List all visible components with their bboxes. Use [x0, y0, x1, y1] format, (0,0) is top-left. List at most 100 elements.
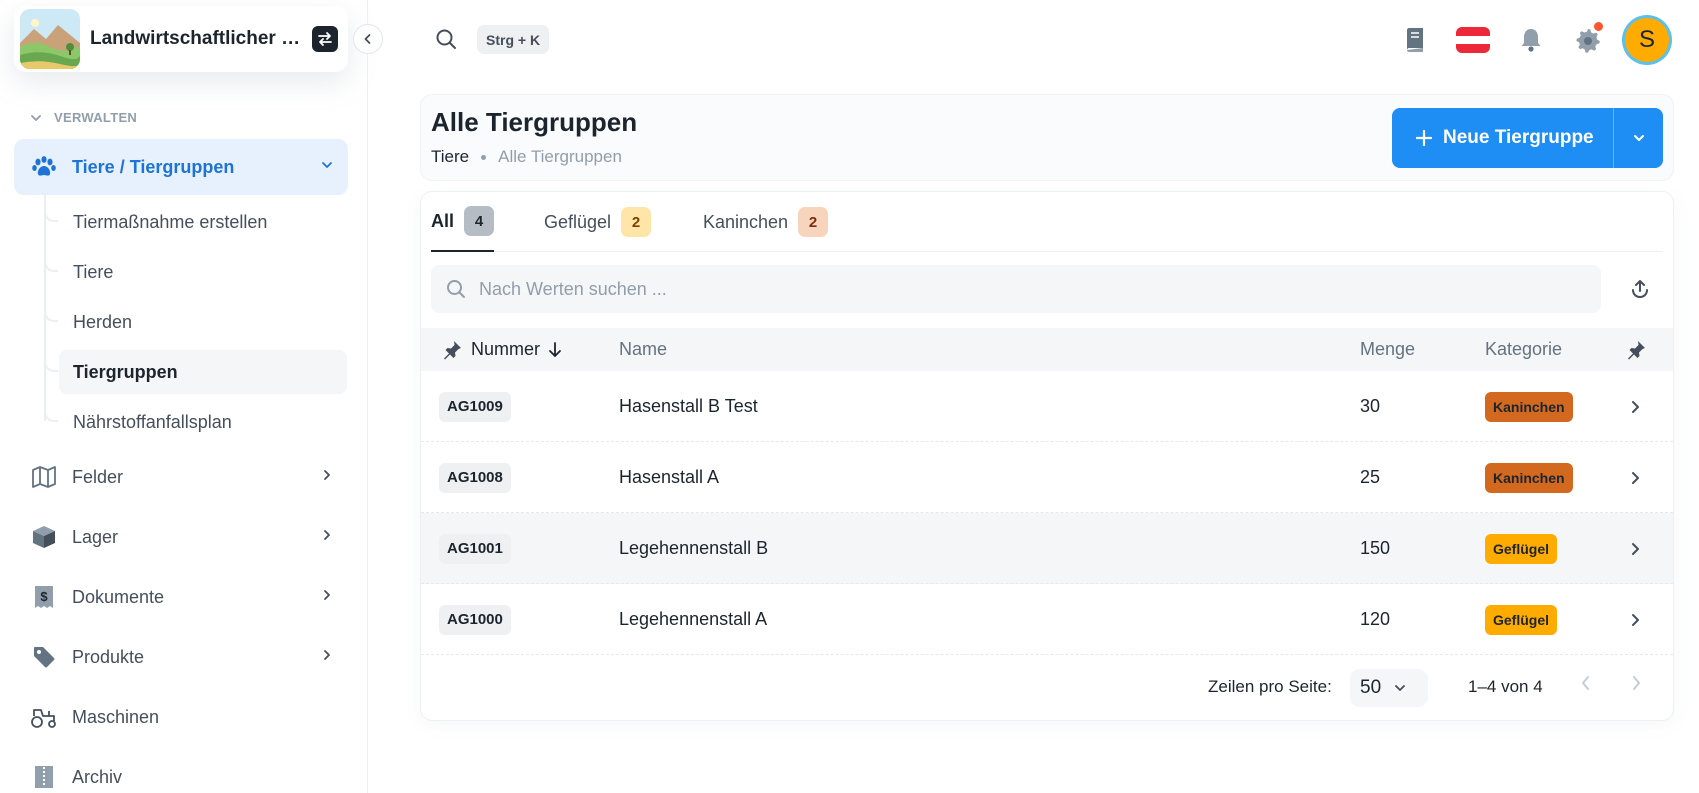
sidebar-item-label: Dokumente: [72, 586, 165, 607]
chevron-down-icon: [1395, 685, 1406, 691]
kategorie-badge: Kaninchen: [1485, 462, 1573, 493]
tab-all[interactable]: All 4: [431, 192, 495, 252]
breadcrumb-separator: [481, 154, 487, 160]
new-tiergruppe-split-button: Neue Tiergruppe: [1392, 108, 1663, 168]
kategorie-badge: Geflügel: [1485, 604, 1558, 635]
new-tiergruppe-label: Neue Tiergruppe: [1443, 127, 1594, 148]
row-open-button[interactable]: [1627, 442, 1643, 513]
section-label-verwalten[interactable]: VERWALTEN: [30, 110, 137, 125]
org-name: Landwirtschaftlicher Betrieb: [90, 28, 304, 49]
next-page-button[interactable]: [1627, 674, 1645, 697]
tab-kaninchen[interactable]: Kaninchen 2: [703, 192, 829, 252]
rows-per-page-label: Zeilen pro Seite:: [1208, 677, 1332, 696]
chevron-down-icon: [1633, 135, 1644, 141]
column-label: Nummer: [471, 339, 541, 359]
menge-cell: 150: [1360, 538, 1391, 558]
column-label: Kategorie: [1485, 339, 1563, 359]
tab-count-badge: 2: [621, 207, 652, 237]
sidebar-subitem-tiermassnahme[interactable]: Tiermaßnahme erstellen: [44, 200, 347, 244]
name-cell: Legehennenstall B: [619, 538, 769, 558]
section-label-text: VERWALTEN: [54, 110, 138, 125]
chevron-left-icon: [364, 34, 371, 44]
table-row[interactable]: AG1008 Hasenstall A 25 Kaninchen: [421, 442, 1673, 513]
table-search-input[interactable]: Nach Werten suchen ...: [431, 265, 1601, 313]
invoice-icon: $: [30, 583, 58, 611]
breadcrumb-link-tiere[interactable]: Tiere: [431, 147, 469, 167]
new-tiergruppe-dropdown-button[interactable]: [1614, 108, 1663, 168]
table-row[interactable]: AG1009 Hasenstall B Test 30 Kaninchen: [421, 371, 1673, 442]
sidebar-item-maschinen[interactable]: Maschinen: [14, 691, 348, 743]
breadcrumb-current: Alle Tiergruppen: [498, 147, 622, 166]
nummer-badge: AG1001: [439, 533, 511, 564]
flag-austria-icon[interactable]: [1455, 22, 1491, 58]
settings-icon[interactable]: [1570, 22, 1606, 58]
sidebar-item-label: Tiere / Tiergruppen: [72, 156, 235, 177]
chevron-right-icon: [1632, 400, 1639, 413]
pin-column-button[interactable]: [1625, 328, 1647, 371]
sidebar-item-felder[interactable]: Felder: [14, 451, 348, 503]
tab-count-badge: 4: [464, 206, 495, 236]
rows-per-page-value: 50: [1360, 677, 1382, 698]
archive-icon: [30, 763, 58, 791]
table-row[interactable]: AG1000 Legehennenstall A 120 Geflügel: [421, 584, 1673, 655]
name-cell: Hasenstall B Test: [619, 396, 758, 416]
tag-icon: [30, 643, 58, 671]
column-label: Name: [619, 339, 668, 359]
sidebar-item-dokumente[interactable]: $ Dokumente: [14, 571, 348, 623]
export-icon[interactable]: [1625, 274, 1655, 304]
name-cell: Hasenstall A: [619, 467, 720, 487]
user-avatar[interactable]: S: [1622, 15, 1672, 65]
sidebar-subitem-tiergruppen[interactable]: Tiergruppen: [44, 350, 347, 394]
sidebar-subitem-herden[interactable]: Herden: [44, 300, 347, 344]
search-icon: [447, 280, 465, 298]
avatar-initial: S: [1625, 18, 1669, 62]
column-header-nummer[interactable]: Nummer: [441, 328, 564, 371]
kategorie-badge: Geflügel: [1485, 533, 1558, 564]
filter-tabs: All 4 Geflügel 2 Kaninchen 2: [431, 192, 1663, 252]
row-open-button[interactable]: [1627, 371, 1643, 442]
row-open-button[interactable]: [1627, 584, 1643, 655]
bell-icon[interactable]: [1513, 22, 1549, 58]
search-shortcut-badge[interactable]: Strg + K: [477, 25, 550, 54]
chevron-right-icon: [1632, 613, 1639, 626]
sort-descending-icon: [549, 341, 561, 357]
tab-label: Kaninchen: [703, 211, 789, 232]
sidebar-item-label: Felder: [72, 466, 124, 487]
chevron-right-icon: [320, 588, 334, 607]
rows-per-page-select[interactable]: 50: [1350, 669, 1428, 707]
chevron-down-icon: [31, 114, 41, 121]
column-header-menge[interactable]: Menge: [1360, 328, 1415, 371]
row-open-button[interactable]: [1627, 513, 1643, 584]
sidebar-item-tiere-tiergruppen[interactable]: Tiere / Tiergruppen: [14, 139, 348, 195]
pin-icon: [444, 340, 461, 359]
tab-gefluegel[interactable]: Geflügel 2: [544, 192, 652, 252]
org-switcher[interactable]: Landwirtschaftlicher Betrieb: [14, 6, 348, 72]
sidebar-item-produkte[interactable]: Produkte: [14, 631, 348, 683]
sidebar-subtree: Tiermaßnahme erstellen Tiere Herden Tier…: [0, 195, 368, 435]
sidebar-item-lager[interactable]: Lager: [14, 511, 348, 563]
tab-label: All: [431, 210, 455, 231]
menge-cell: 30: [1360, 396, 1381, 416]
notification-dot: [1594, 22, 1603, 31]
plus-icon: [1415, 129, 1433, 147]
sidebar-item-label: Maschinen: [72, 706, 160, 727]
book-icon[interactable]: [1397, 22, 1433, 58]
sidebar-subitem-naehrstoffanfallsplan[interactable]: Nährstoffanfallsplan: [44, 400, 347, 444]
search-icon[interactable]: [434, 27, 458, 56]
org-logo: [20, 9, 80, 69]
column-header-kategorie[interactable]: Kategorie: [1485, 328, 1562, 371]
sidebar-subitem-tiere[interactable]: Tiere: [44, 250, 347, 294]
sidebar-subitem-label: Tiermaßnahme erstellen: [73, 211, 268, 232]
switch-icon[interactable]: [312, 26, 338, 52]
new-tiergruppe-button[interactable]: Neue Tiergruppe: [1392, 108, 1613, 168]
sidebar-item-archiv[interactable]: Archiv: [14, 751, 348, 793]
collapse-sidebar-button[interactable]: [353, 24, 383, 54]
column-header-name[interactable]: Name: [619, 328, 667, 371]
previous-page-button[interactable]: [1577, 674, 1595, 697]
pagination: Zeilen pro Seite: 50 1–4 von 4: [421, 652, 1673, 720]
sidebar-subitem-label: Herden: [73, 311, 133, 332]
sidebar-subitem-label: Tiere: [73, 261, 114, 282]
chevron-right-icon: [1633, 676, 1640, 690]
table-row[interactable]: AG1001 Legehennenstall B 150 Geflügel: [421, 513, 1673, 584]
map-icon: [30, 463, 58, 491]
